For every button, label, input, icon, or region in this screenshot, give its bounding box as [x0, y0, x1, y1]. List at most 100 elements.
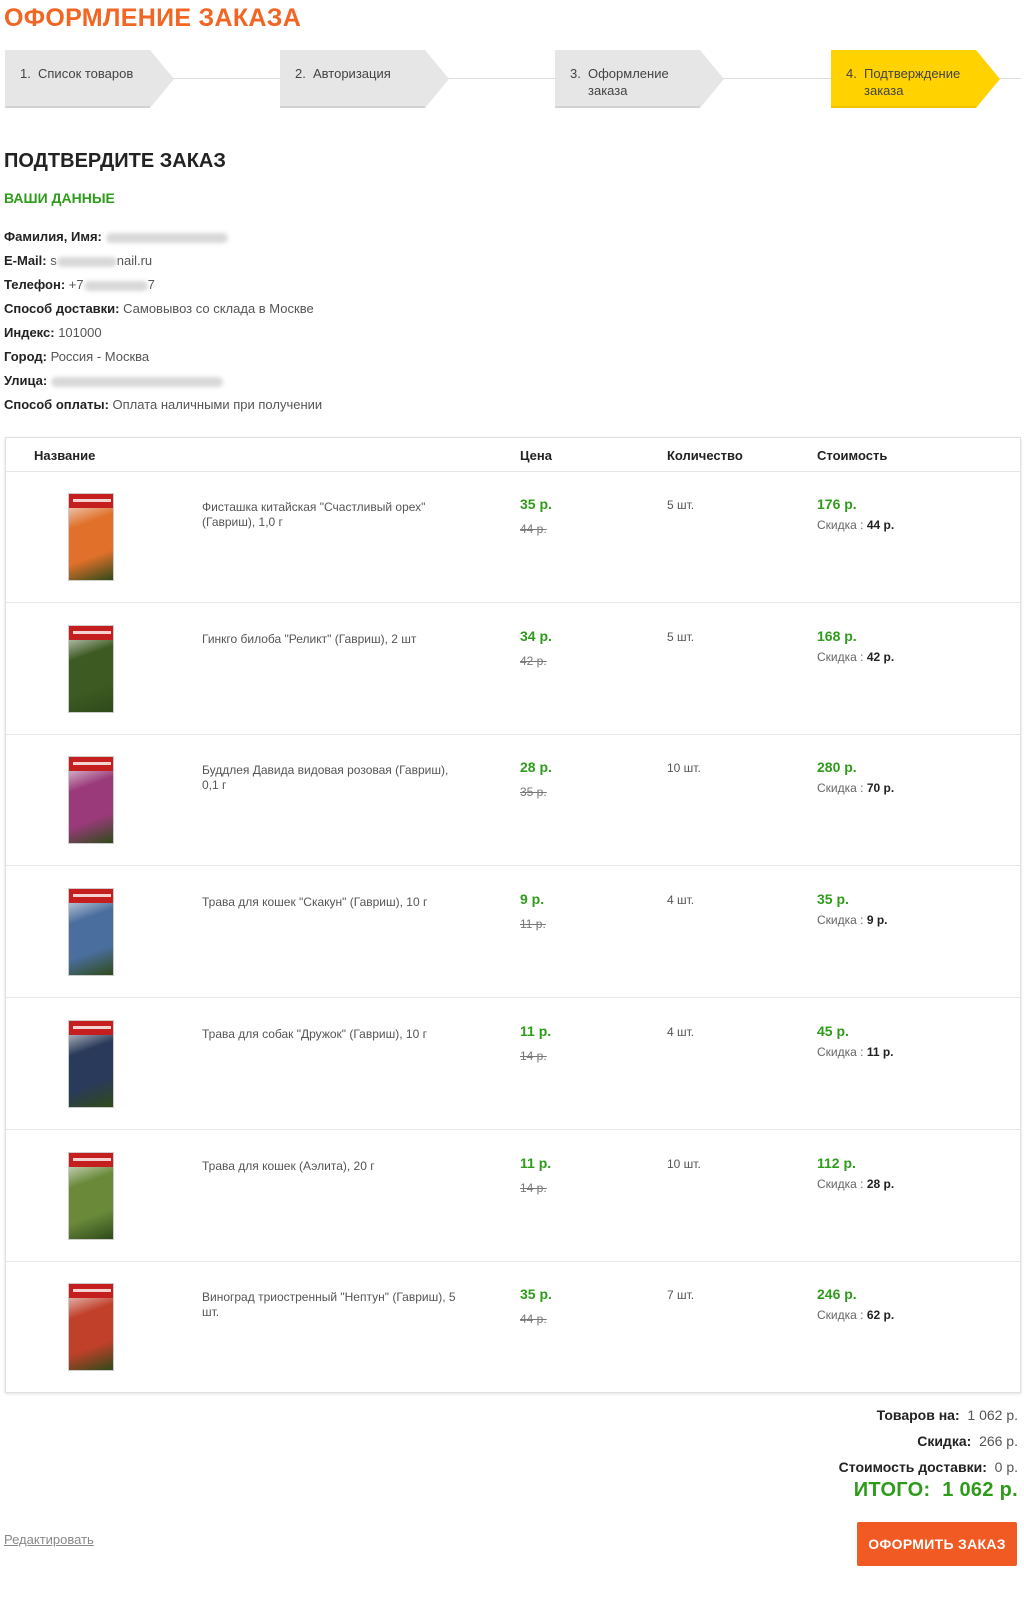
- info-value: Россия - Москва: [50, 349, 150, 364]
- product-cost: 176 р.: [817, 496, 857, 512]
- page-title: ОФОРМЛЕНИЕ ЗАКАЗА: [4, 4, 302, 32]
- product-image: [68, 1151, 114, 1240]
- step-label: Список товаров: [38, 66, 134, 81]
- product-cost: 35 р.: [817, 891, 849, 908]
- total-value: 0 р.: [994, 1459, 1018, 1475]
- discount-label: Скидка: [817, 1308, 857, 1323]
- grand-total: ИТОГО: 1 062 р.: [854, 1479, 1018, 1502]
- confirm-order-heading: ПОДТВЕРДИТЕ ЗАКАЗ: [4, 150, 226, 172]
- info-label: E-Mail:: [4, 253, 47, 268]
- product-old-price: 42 р.: [520, 653, 547, 668]
- info-value: 7: [147, 277, 155, 292]
- discount-value: 62 р.: [866, 1308, 895, 1323]
- info-row-payment: Способ оплаты: Оплата наличными при полу…: [4, 393, 322, 417]
- total-goods: Товаров на: 1 062 р.: [839, 1402, 1018, 1428]
- redacted-value: [50, 376, 223, 387]
- product-old-price: 44 р.: [520, 1312, 547, 1327]
- table-row: Трава для кошек "Скакун" (Гавриш), 10 г 9…: [6, 867, 1020, 999]
- info-value: s: [50, 253, 57, 268]
- product-price: 11 р.: [520, 1022, 552, 1039]
- total-discount: Скидка: 266 р.: [839, 1428, 1018, 1454]
- info-value: 101000: [58, 325, 102, 340]
- info-label: Фамилия, Имя:: [4, 229, 102, 244]
- product-discount: Скидка : 70 р.: [817, 781, 895, 796]
- info-row-email: E-Mail: s nail.ru: [4, 249, 322, 273]
- product-name: Трава для кошек (Аэлита), 20 г: [202, 1158, 375, 1173]
- step-label: Оформление заказа: [588, 66, 669, 98]
- redacted-value: [105, 232, 228, 243]
- info-row-delivery: Способ доставки: Самовывоз со склада в М…: [4, 297, 322, 321]
- grand-total-label: ИТОГО:: [853, 1479, 931, 1501]
- total-value: 266 р.: [979, 1433, 1018, 1449]
- product-image: [68, 1283, 114, 1372]
- order-totals: Товаров на: 1 062 р. Скидка: 266 р. Стои…: [839, 1402, 1018, 1480]
- product-price: 35 р.: [520, 496, 552, 512]
- info-row-index: Индекс: 101000: [4, 321, 322, 345]
- total-label: Товаров на:: [876, 1407, 960, 1423]
- product-image: [68, 888, 114, 977]
- info-value: Самовывоз со склада в Москве: [123, 301, 314, 316]
- product-quantity: 7 шт.: [667, 1288, 695, 1303]
- redacted-value: [56, 256, 117, 267]
- product-quantity: 4 шт.: [667, 1024, 695, 1039]
- step-number: 1.: [20, 66, 31, 81]
- product-cost: 45 р.: [817, 1022, 849, 1039]
- table-row: Виноград триостренный "Нептун" (Гавриш),…: [6, 1262, 1020, 1393]
- product-cost: 246 р.: [817, 1286, 857, 1303]
- product-old-price: 11 р.: [520, 917, 546, 932]
- step-number: 2.: [295, 66, 306, 81]
- table-row: Фисташка китайская "Счастливый орех" (Га…: [6, 472, 1020, 603]
- info-row-name: Фамилия, Имя:: [4, 225, 322, 249]
- product-name: Трава для собак "Дружок" (Гавриш), 10 г: [202, 1026, 427, 1041]
- info-row-street: Улица:: [4, 369, 322, 393]
- discount-label: Скидка: [817, 913, 857, 928]
- redacted-value: [83, 280, 148, 291]
- product-old-price: 14 р.: [520, 1048, 547, 1063]
- info-value: +7: [68, 277, 84, 292]
- product-quantity: 5 шт.: [667, 629, 695, 644]
- product-old-price: 44 р.: [520, 522, 547, 536]
- product-price: 35 р.: [520, 1286, 552, 1303]
- place-order-button[interactable]: ОФОРМИТЬ ЗАКАЗ: [857, 1522, 1017, 1566]
- discount-value: 70 р.: [866, 781, 895, 796]
- step-label: Авторизация: [313, 66, 391, 81]
- discount-label: Скидка: [817, 518, 857, 532]
- product-image: [68, 756, 114, 845]
- table-row: Трава для собак "Дружок" (Гавриш), 10 г 1…: [6, 999, 1020, 1130]
- product-name: Виноград триостренный "Нептун" (Гавриш),…: [202, 1290, 456, 1320]
- checkout-steps: 1. Список товаров 2. Авторизация 3. Оформле…: [5, 50, 1021, 108]
- total-label: Скидка:: [917, 1433, 972, 1449]
- product-discount: Скидка : 11 р.: [817, 1044, 894, 1059]
- step-label: Подтверждение заказа: [864, 66, 961, 98]
- total-label: Стоимость доставки:: [838, 1459, 987, 1475]
- discount-label: Скидка: [817, 1176, 857, 1191]
- your-data-heading: ВАШИ ДАННЫЕ: [4, 190, 115, 206]
- edit-link[interactable]: Редактировать: [4, 1532, 94, 1547]
- product-price: 11 р.: [520, 1154, 552, 1171]
- product-price: 34 р.: [520, 627, 552, 644]
- column-header-quantity: Количество: [667, 448, 743, 463]
- product-cost: 168 р.: [817, 627, 857, 644]
- product-name: Трава для кошек "Скакун" (Гавриш), 10 г: [202, 895, 428, 910]
- discount-value: 42 р.: [866, 649, 895, 664]
- info-label: Город:: [4, 349, 47, 364]
- total-value: 1 062 р.: [967, 1407, 1018, 1423]
- product-name: Гинкго билоба "Реликт" (Гавриш), 2 шт: [202, 631, 417, 646]
- product-image: [68, 624, 114, 713]
- info-row-phone: Телефон: +7 7: [4, 273, 322, 297]
- info-label: Улица:: [4, 373, 48, 388]
- discount-value: 28 р.: [866, 1176, 895, 1191]
- discount-label: Скидка: [817, 781, 857, 796]
- step-number: 4.: [846, 66, 857, 81]
- discount-label: Скидка: [817, 649, 857, 664]
- product-discount: Скидка : 44 р.: [817, 518, 895, 532]
- info-label: Индекс:: [4, 325, 55, 340]
- info-value: nail.ru: [116, 253, 153, 268]
- step-number: 3.: [570, 66, 581, 81]
- column-header-price: Цена: [520, 448, 552, 463]
- table-row: Трава для кошек (Аэлита), 20 г 11 р. 14 р.…: [6, 1131, 1020, 1262]
- product-discount: Скидка : 28 р.: [817, 1176, 895, 1191]
- total-delivery: Стоимость доставки: 0 р.: [839, 1454, 1018, 1480]
- discount-value: 44 р.: [866, 518, 895, 532]
- product-quantity: 5 шт.: [667, 498, 695, 512]
